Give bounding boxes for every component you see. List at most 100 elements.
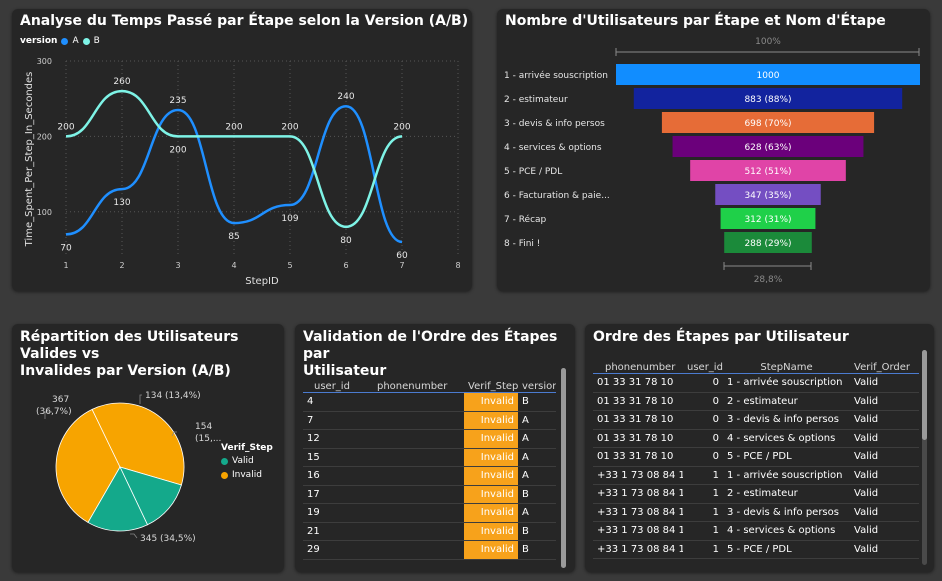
cell-verif-order: Valid [854,469,879,481]
x-tick-label: 3 [175,261,180,270]
table-row[interactable]: 21 Invalid B [303,522,556,541]
cell-user-id: 16 [307,470,320,482]
x-axis-label: StepID [245,276,279,287]
cell-step-name: 4 - services & options [727,432,836,444]
cell-user-id: 19 [307,507,320,519]
table-row[interactable]: +33 1 73 08 84 11 1 3 - devis & info perso… [593,504,919,522]
data-label-b: 200 [57,122,74,132]
funnel-category-label: 6 - Facturation & paie... [504,191,610,201]
cell-user-id: 0 [712,432,719,444]
pie-card[interactable]: Répartition des Utilisateurs Valides vs … [12,324,284,572]
data-label-b: 200 [281,122,298,132]
time-chart-card[interactable]: Analyse du Temps Passé par Étape selon l… [12,9,472,291]
funnel-value-label: 512 (51%) [744,167,791,177]
cell-phone: 01 33 31 78 10 [597,377,674,389]
validation-title-line1: Validation de l'Ordre des Étapes par [303,329,558,362]
table-row[interactable]: 16 Invalid A [303,467,556,486]
table-row[interactable]: 7 Invalid A [303,411,556,430]
funnel-category-label: 8 - Fini ! [504,239,540,249]
table-row[interactable]: 01 33 31 78 10 0 4 - services & options Val… [593,430,919,448]
col-order-user-id[interactable]: user_id ▲ [683,362,723,373]
pie-legend-item-valid[interactable]: Valid [221,456,273,466]
table-row[interactable]: +33 1 73 08 84 11 1 2 - estimateur Valid [593,485,919,504]
order-table-title: Ordre des Étapes par Utilisateur [593,329,849,345]
table-row[interactable]: 29 Invalid B [303,541,556,560]
pie-legend-item-invalid[interactable]: Invalid [221,470,273,480]
cell-verif-order: Valid [854,377,879,389]
col-step-name[interactable]: StepName [723,362,850,373]
order-table-card[interactable]: Ordre des Étapes par Utilisateur phonenu… [585,324,934,572]
col-phonenumber[interactable]: phonenumber [373,381,464,392]
table-row[interactable]: 01 33 31 78 10 0 1 - arrivée souscription V… [593,374,919,393]
col-phone[interactable]: phonenumber [593,362,683,373]
col-user-id[interactable]: user_id ▲ [303,381,373,392]
cell-step-name: 5 - PCE / PDL [727,543,792,555]
cell-version: A [522,451,529,463]
table-row[interactable]: 19 Invalid A [303,504,556,523]
cell-verif-order: Valid [854,432,879,444]
x-tick-label: 2 [119,261,124,270]
cell-phone: +33 1 73 08 84 11 [597,469,683,481]
x-tick-label: 1 [63,261,68,270]
cell-user-id: 12 [307,433,320,445]
cell-user-id: 0 [712,451,719,463]
validation-scroll-thumb[interactable] [561,368,566,568]
cell-user-id: 1 [712,543,719,555]
order-scroll-thumb[interactable] [922,350,927,440]
legend-label-invalid: Invalid [232,470,262,480]
cell-verif-step: Invalid [464,448,518,466]
data-label-a: 109 [281,214,298,224]
validation-table-card[interactable]: Validation de l'Ordre des Étapes par Uti… [295,324,575,572]
table-row[interactable]: 12 Invalid A [303,430,556,449]
col-verif-order[interactable]: Verif_Order [850,362,919,373]
funnel-category-label: 1 - arrivée souscription [504,70,608,81]
cell-step-name: 3 - devis & info persos [727,414,839,426]
legend-label-valid: Valid [232,456,254,466]
cell-phone: +33 1 73 08 84 11 [597,488,683,500]
pie-label-invalid-small-2: (36,7%) [36,407,72,417]
cell-verif-step: Invalid [464,485,518,503]
table-row[interactable]: +33 1 73 08 84 11 1 5 - PCE / PDL Valid [593,541,919,559]
order-scrollbar[interactable] [922,350,927,565]
legend-dot-valid [221,457,228,465]
table-row[interactable]: 4 Invalid B [303,393,556,412]
cell-user-id: 1 [712,469,719,481]
table-row[interactable]: 15 Invalid A [303,448,556,467]
cell-step-name: 1 - arrivée souscription [727,377,843,389]
table-row[interactable]: 01 33 31 78 10 0 3 - devis & info persos Va… [593,411,919,430]
table-row[interactable]: 01 33 31 78 10 0 5 - PCE / PDL Valid [593,448,919,467]
cell-user-id: 7 [307,414,314,426]
funnel-card[interactable]: Nombre d'Utilisateurs par Étape et Nom d… [497,9,930,291]
cell-verif-order: Valid [854,395,879,407]
cell-verif-step: Invalid [464,430,518,448]
funnel-top-label: 100% [755,37,781,47]
y-axis-label: Time_Spent_Per_Step_In_Secondes [24,72,35,248]
cell-verif-order: Valid [854,451,879,463]
cell-user-id: 29 [307,544,320,556]
order-table: phonenumber user_id ▲ StepName Verif_Ord… [593,346,919,559]
cell-phone: 01 33 31 78 10 [597,432,674,444]
table-row[interactable]: 17 Invalid B [303,485,556,504]
funnel-value-label: 347 (35%) [744,191,791,201]
funnel-category-label: 5 - PCE / PDL [504,167,562,177]
data-label-b: 80 [340,236,352,246]
table-row[interactable]: +33 1 73 08 84 11 1 1 - arrivée souscripti… [593,467,919,485]
cell-user-id: 21 [307,525,320,537]
cell-version: A [522,470,529,482]
data-label-b: 200 [225,122,242,132]
funnel-value-label: 288 (29%) [744,239,791,249]
cell-verif-step: Invalid [464,541,518,559]
table-row[interactable]: +33 1 73 08 84 11 1 4 - services & options… [593,522,919,541]
cell-version: A [522,507,529,519]
cell-user-id: 1 [712,525,719,537]
table-row[interactable]: 01 33 31 78 10 0 2 - estimateur Valid [593,393,919,411]
data-label-a: 130 [113,198,130,208]
order-table-header: phonenumber user_id ▲ StepName Verif_Ord… [593,346,919,374]
validation-scrollbar[interactable] [561,368,566,568]
funnel-value-label: 312 (31%) [744,215,791,225]
validation-table-header: user_id ▲ phonenumber Verif_Step version [303,365,556,393]
col-verif-step[interactable]: Verif_Step [464,381,518,392]
cell-user-id: 1 [712,506,719,518]
col-version[interactable]: version [518,381,556,392]
cell-verif-order: Valid [854,488,879,500]
